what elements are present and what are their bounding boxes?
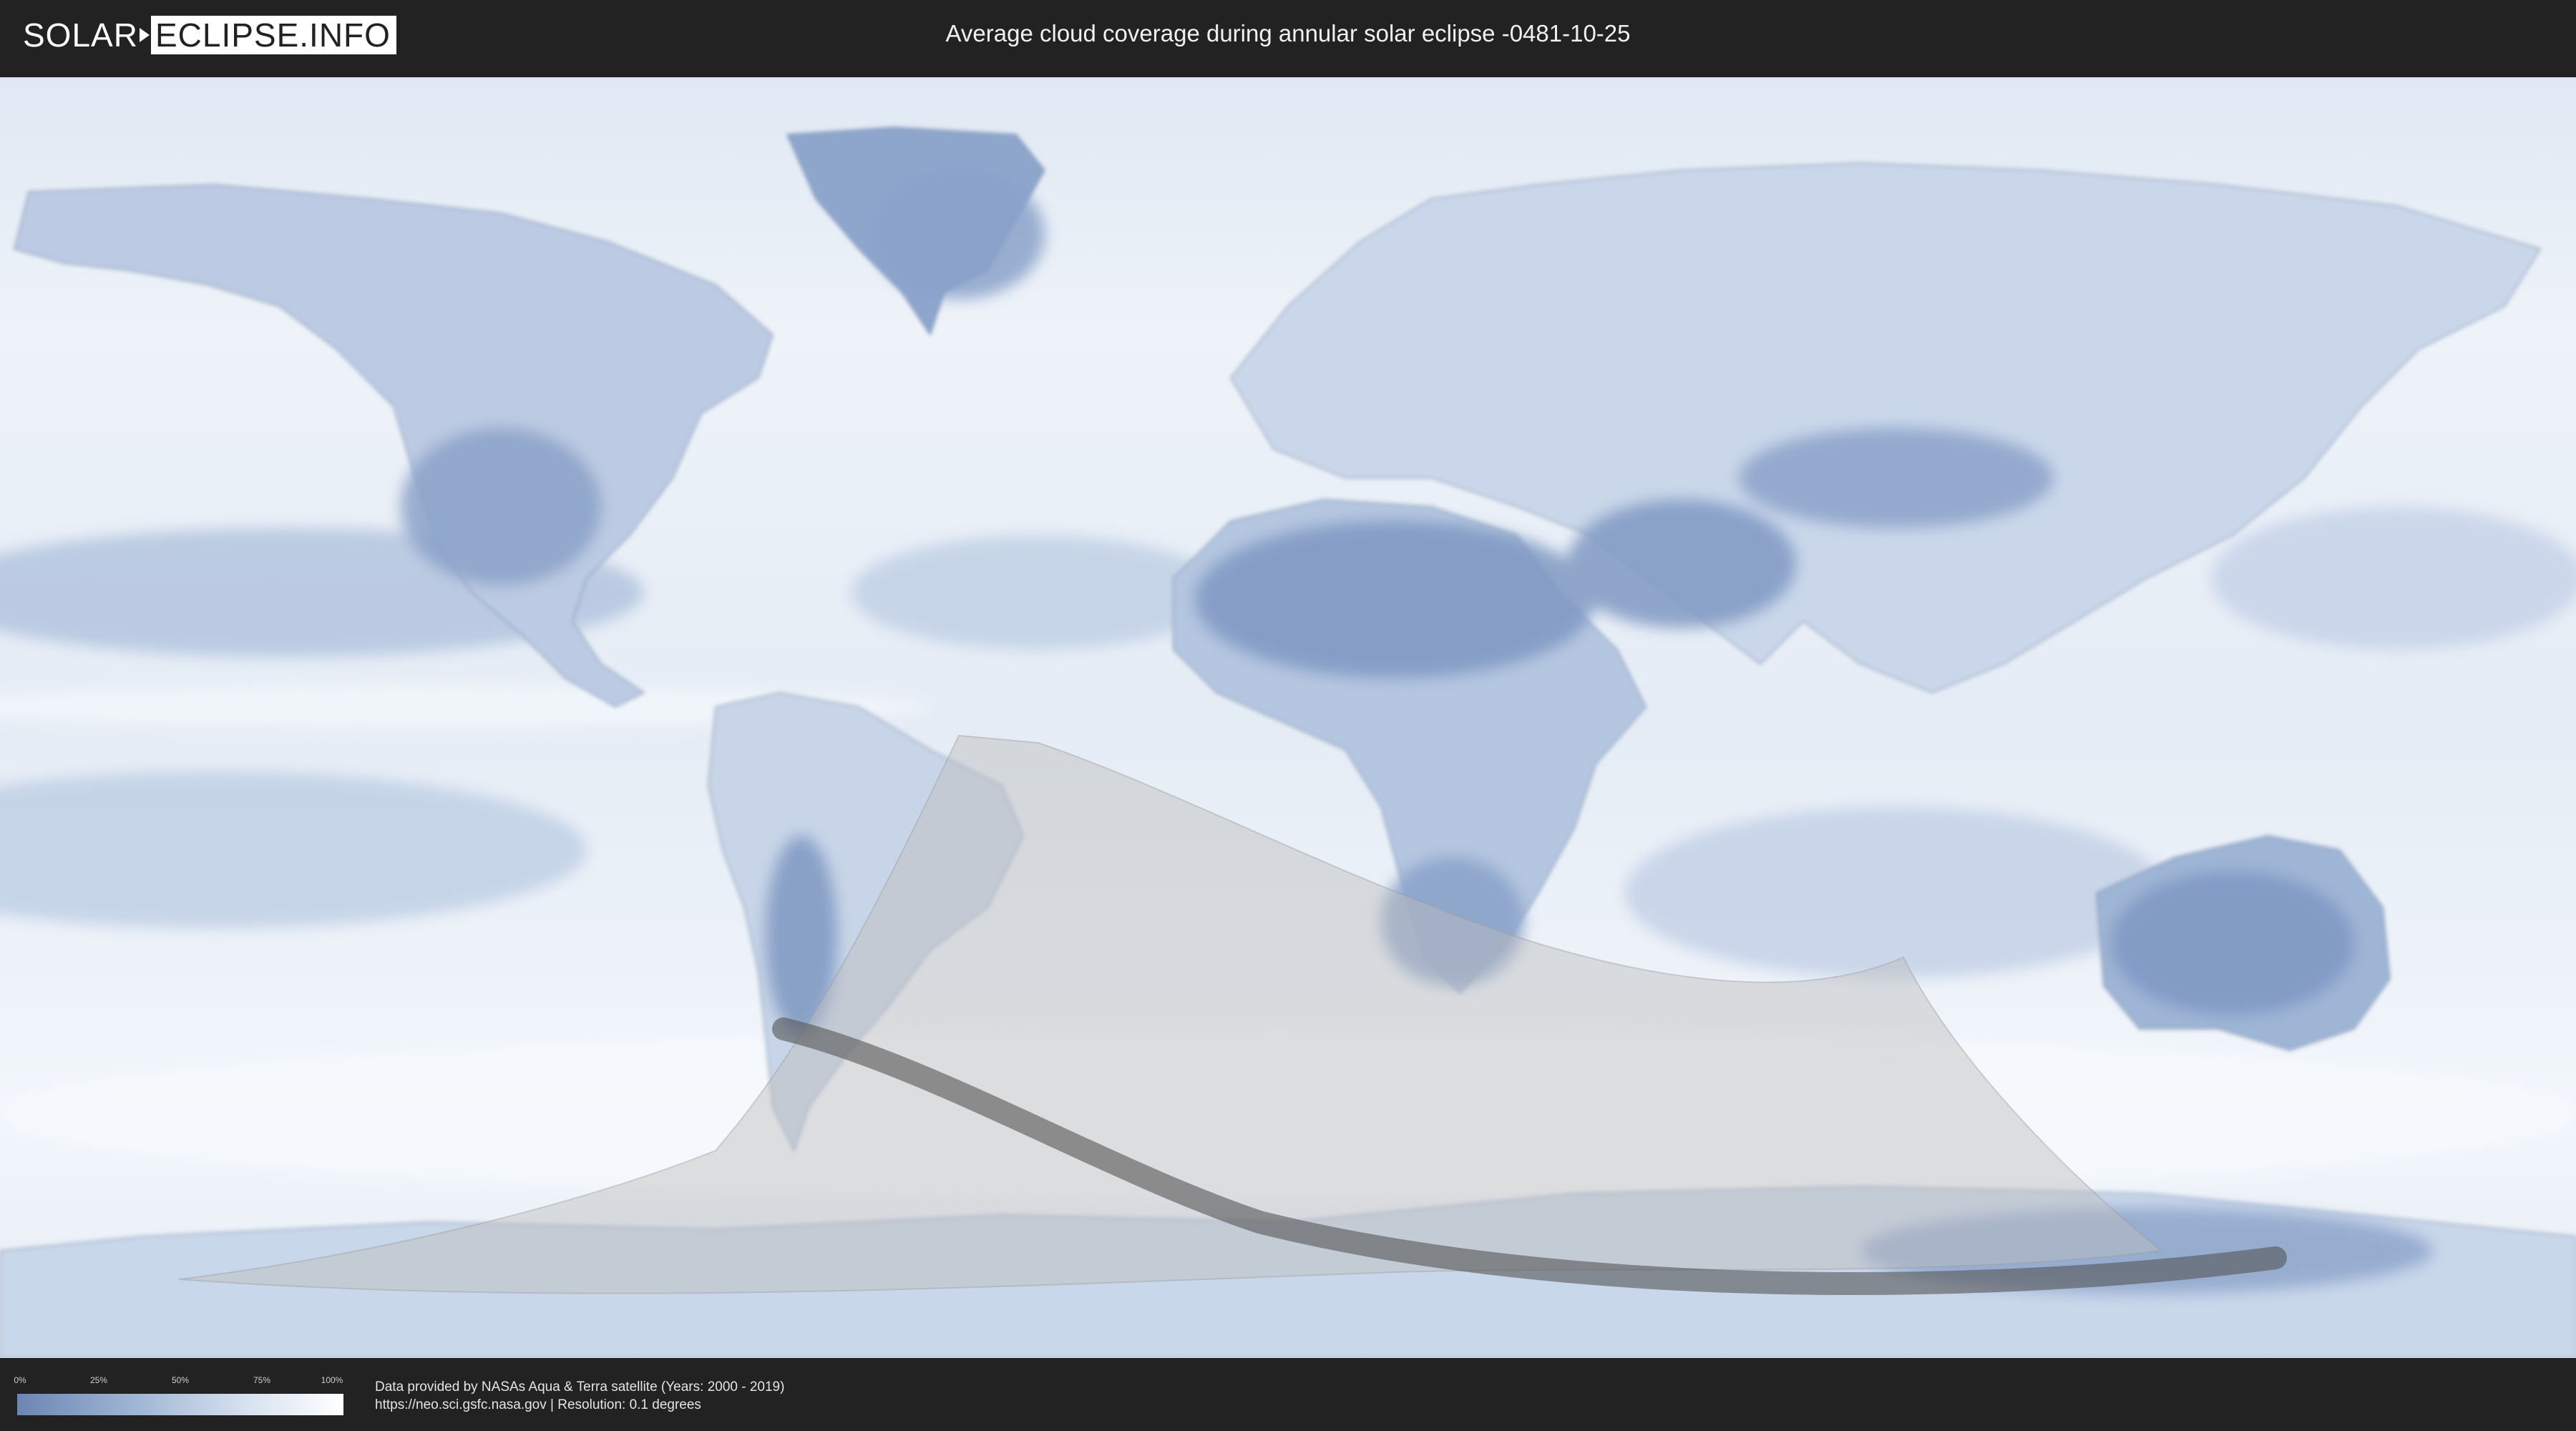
legend-tick-100: 100% — [321, 1375, 343, 1385]
clear-region-central-asia — [1739, 428, 2054, 528]
map-svg — [0, 77, 2576, 1359]
cloud-coverage-map — [0, 77, 2576, 1359]
header-bar: SOLAR ECLIPSE.INFO Average cloud coverag… — [0, 0, 2576, 74]
subtropical-band-atlantic — [852, 535, 1224, 650]
clear-region-sahara — [1195, 521, 1596, 678]
credits-line-1: Data provided by NASAs Aqua & Terra sate… — [375, 1379, 785, 1395]
subtropical-band-indian — [1624, 807, 2168, 979]
legend-tick-75: 75% — [253, 1375, 271, 1385]
footer-bar: 0% 25% 50% 75% 100% Data provided by NAS… — [0, 1359, 2576, 1431]
legend-gradient-bar — [17, 1394, 343, 1415]
page-title: Average cloud coverage during annular so… — [945, 20, 1631, 47]
clear-region-greenland — [873, 170, 1045, 299]
data-credits: Data provided by NASAs Aqua & Terra sate… — [375, 1378, 784, 1414]
pacific-east-band — [2211, 507, 2576, 650]
clear-region-australia — [2111, 871, 2354, 1015]
legend-tick-50: 50% — [171, 1375, 190, 1385]
legend-tick-0: 0% — [14, 1375, 26, 1385]
legend-ticks: 0% 25% 50% 75% 100% — [14, 1375, 343, 1385]
cloud-coverage-legend: 0% 25% 50% 75% 100% — [14, 1375, 343, 1415]
legend-tick-25: 25% — [89, 1375, 108, 1385]
clear-region-arabia — [1567, 499, 1796, 628]
clear-region-southwest-us — [401, 428, 601, 585]
credits-line-2[interactable]: https://neo.sci.gsfc.nasa.gov | Resoluti… — [375, 1396, 784, 1414]
